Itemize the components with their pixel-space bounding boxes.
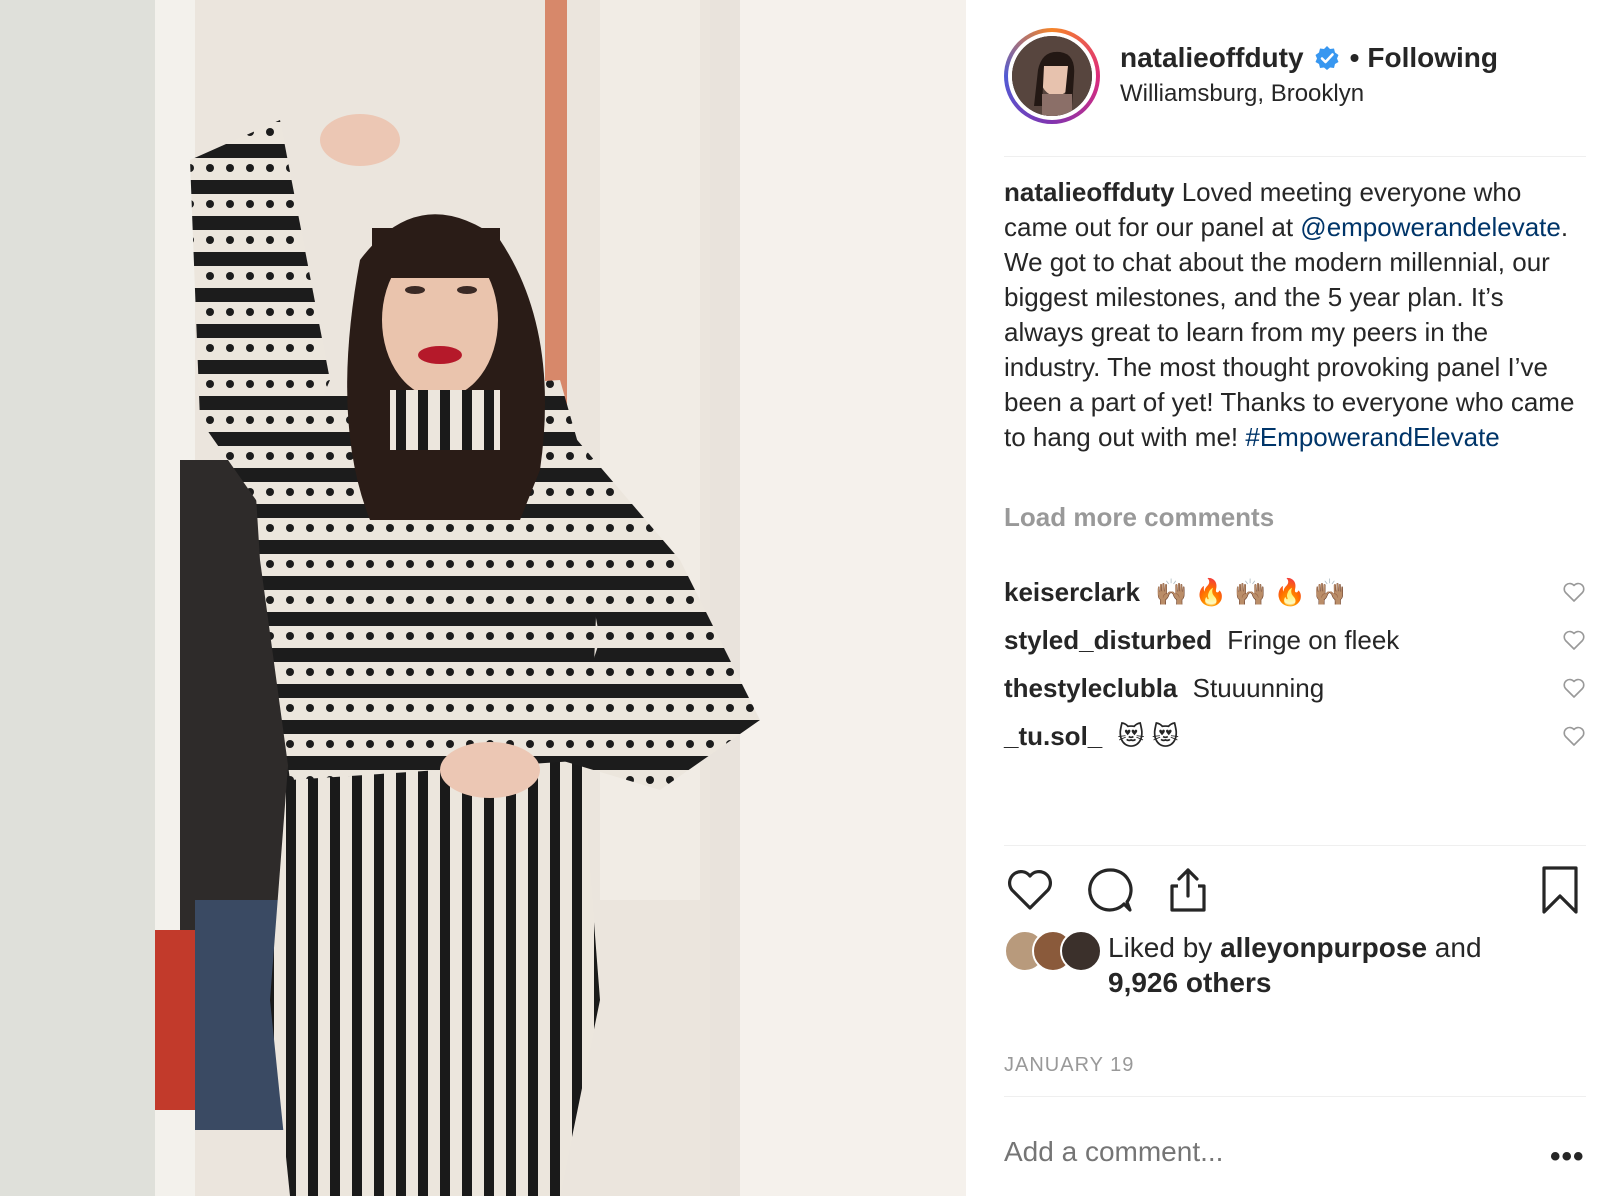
- actions-divider: [1004, 845, 1586, 846]
- post-caption: natalieoffduty Loved meeting everyone wh…: [1004, 175, 1586, 455]
- header-divider: [1004, 156, 1586, 157]
- post-actions-bar: [1004, 864, 1586, 920]
- comment-box-divider: [1004, 1096, 1586, 1097]
- avatar[interactable]: [1004, 28, 1100, 124]
- comment-bubble-icon[interactable]: [1084, 864, 1136, 916]
- comment-row: _tu.sol_ 😻 😻: [1004, 718, 1586, 754]
- comment-text: Stuuunning: [1192, 673, 1325, 703]
- like-heart-icon[interactable]: [1004, 864, 1056, 916]
- header-separator: •: [1349, 42, 1360, 73]
- add-comment-input[interactable]: [1004, 1136, 1464, 1168]
- comment-text: 😻 😻: [1117, 721, 1179, 751]
- comment-text: 🙌🏽 🔥 🙌🏽 🔥 🙌🏽: [1155, 577, 1346, 607]
- comment-text: Fringe on fleek: [1227, 625, 1400, 655]
- comment-row: thestyleclubla Stuuunning: [1004, 670, 1586, 706]
- comment-username[interactable]: keiserclark: [1004, 577, 1140, 607]
- comment-row: keiserclark 🙌🏽 🔥 🙌🏽 🔥 🙌🏽: [1004, 574, 1586, 610]
- caption-hashtag-link[interactable]: #EmpowerandElevate: [1245, 422, 1499, 452]
- load-more-comments-button[interactable]: Load more comments: [1004, 502, 1274, 533]
- comment-row: styled_disturbed Fringe on fleek: [1004, 622, 1586, 658]
- post-photo-image: [0, 0, 966, 1196]
- caption-mention-link[interactable]: @empowerandelevate: [1300, 212, 1561, 242]
- comment-username[interactable]: _tu.sol_: [1004, 721, 1102, 751]
- comment-like-heart-icon[interactable]: [1562, 628, 1586, 652]
- comment-username[interactable]: styled_disturbed: [1004, 625, 1212, 655]
- bookmark-icon[interactable]: [1534, 864, 1586, 916]
- likes-text: Liked by alleyonpurpose and 9,926 others: [1108, 930, 1482, 1000]
- following-button[interactable]: Following: [1367, 42, 1498, 74]
- header-username[interactable]: natalieoffduty: [1120, 42, 1304, 74]
- comment-like-heart-icon[interactable]: [1562, 580, 1586, 604]
- comment-username[interactable]: thestyleclubla: [1004, 673, 1177, 703]
- likes-prefix: Liked by: [1108, 932, 1213, 963]
- post-date[interactable]: JANUARY 19: [1004, 1054, 1134, 1077]
- location-link[interactable]: Williamsburg, Brooklyn: [1120, 80, 1364, 108]
- verified-badge-icon: [1314, 45, 1340, 71]
- post-photo[interactable]: [0, 0, 966, 1196]
- share-icon[interactable]: [1162, 864, 1214, 916]
- caption-text-2: . We got to chat about the modern millen…: [1004, 212, 1575, 452]
- header-user-line: natalieoffduty • Following: [1120, 42, 1498, 74]
- post-header: natalieoffduty • Following Williamsburg,…: [1004, 28, 1584, 124]
- comment-like-heart-icon[interactable]: [1562, 676, 1586, 700]
- liker-avatar[interactable]: [1060, 930, 1102, 972]
- likes-summary: Liked by alleyonpurpose and 9,926 others: [1004, 930, 1586, 1010]
- post-details-panel: natalieoffduty • Following Williamsburg,…: [966, 0, 1624, 1196]
- comment-like-heart-icon[interactable]: [1562, 724, 1586, 748]
- liker-username-link[interactable]: alleyonpurpose: [1220, 932, 1427, 963]
- more-options-button[interactable]: •••: [1550, 1140, 1585, 1174]
- likes-and: and: [1434, 932, 1482, 963]
- likes-count-link[interactable]: 9,926 others: [1108, 967, 1271, 998]
- caption-username[interactable]: natalieoffduty: [1004, 177, 1174, 207]
- avatar-image: [1012, 36, 1092, 116]
